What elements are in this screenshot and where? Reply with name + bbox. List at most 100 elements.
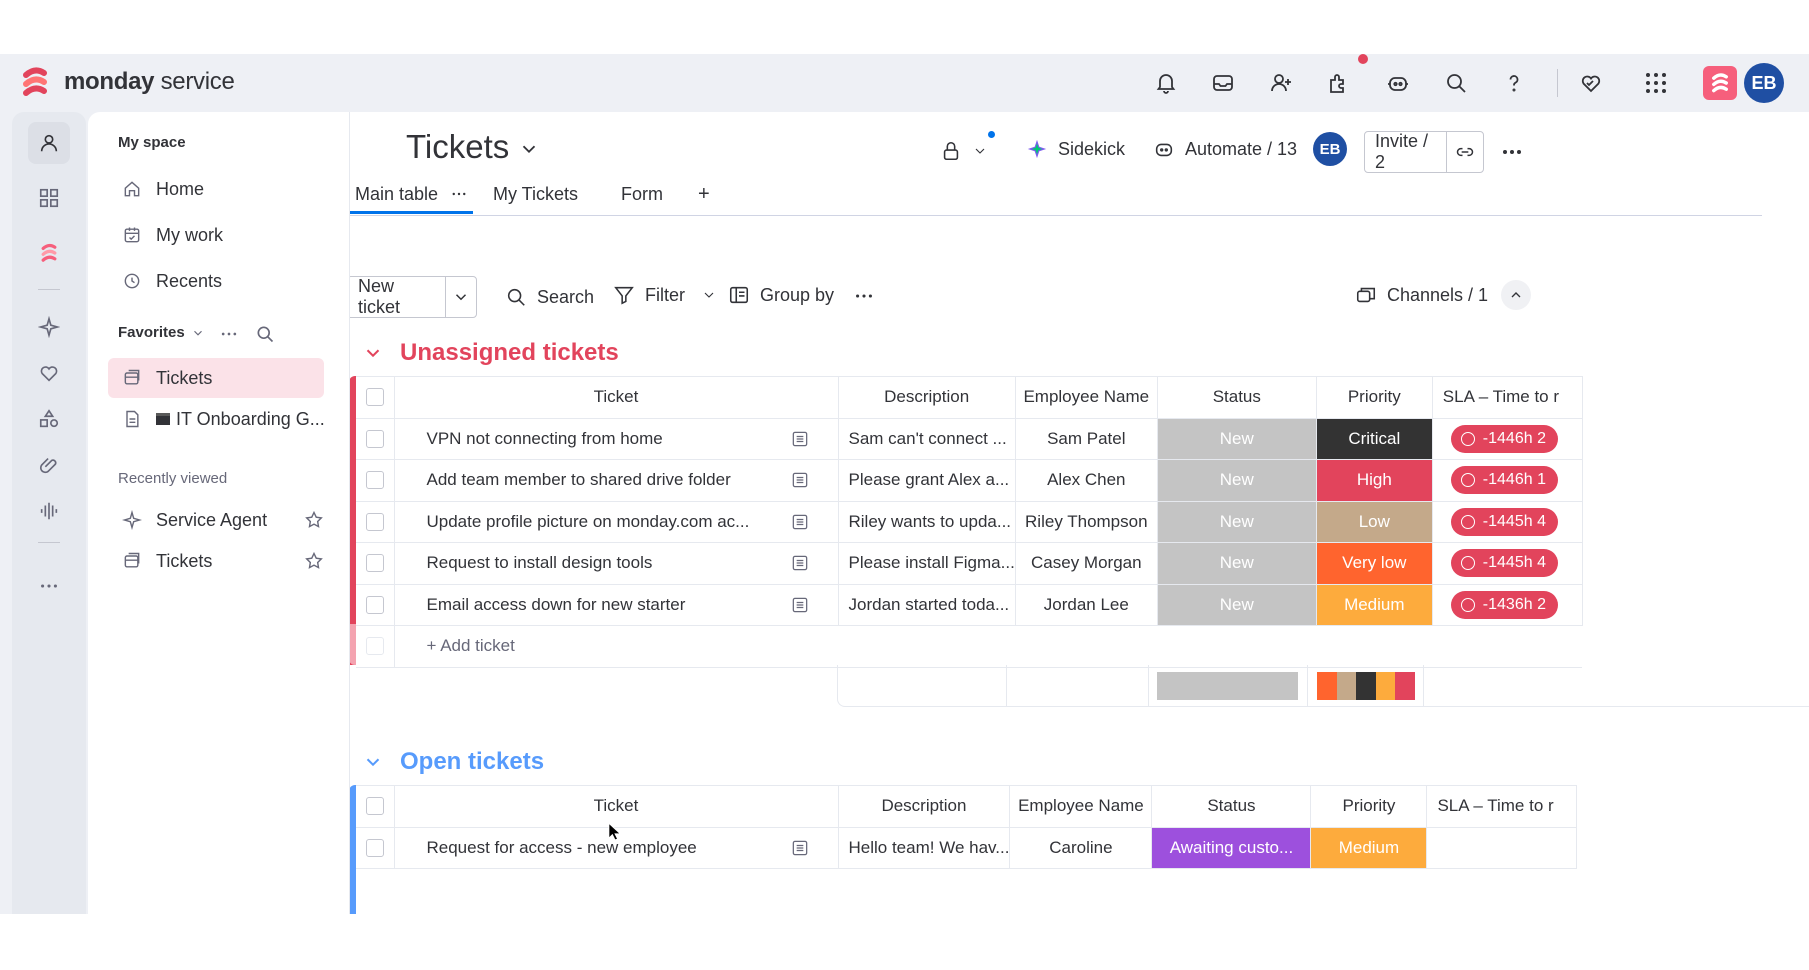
- board-owner-avatar[interactable]: EB: [1313, 132, 1347, 166]
- sla-timer-badge[interactable]: -1445h 4: [1450, 507, 1558, 536]
- sidebar-item-it-onboarding[interactable]: IT Onboarding G...: [116, 399, 338, 439]
- monday-service-logo-icon[interactable]: [22, 65, 48, 99]
- heart-icon[interactable]: [1576, 68, 1606, 98]
- product-switcher-icon[interactable]: [1703, 66, 1737, 100]
- description-cell[interactable]: Please grant Alex a...: [838, 459, 1016, 502]
- inbox-icon[interactable]: [1208, 68, 1238, 98]
- channels-button[interactable]: Channels / 1: [1355, 284, 1488, 306]
- sla-cell[interactable]: [1426, 827, 1578, 869]
- tab-more-icon[interactable]: [450, 185, 468, 203]
- conversation-icon[interactable]: [790, 512, 810, 532]
- copy-link-button[interactable]: [1446, 132, 1483, 172]
- sidebar-item-tickets[interactable]: Tickets: [108, 358, 324, 398]
- row-checkbox-cell[interactable]: [356, 584, 395, 626]
- workspaces-icon[interactable]: [35, 184, 63, 212]
- sla-timer-badge[interactable]: -1436h 2: [1450, 590, 1558, 619]
- status-summary-bar[interactable]: [1157, 672, 1298, 700]
- ticket-name[interactable]: Update profile picture on monday.com ac.…: [427, 512, 750, 532]
- column-header-sla[interactable]: SLA – Time to r: [1426, 785, 1578, 828]
- table-row[interactable]: VPN not connecting from home Sam can't co…: [356, 418, 1583, 460]
- invite-button[interactable]: Invite / 2: [1364, 131, 1484, 173]
- priority-cell[interactable]: Very low: [1316, 542, 1433, 585]
- column-header-ticket[interactable]: Ticket: [394, 785, 839, 828]
- employee-name-cell[interactable]: Caroline: [1009, 827, 1153, 869]
- chevron-down-icon[interactable]: [701, 287, 717, 303]
- select-all-checkbox[interactable]: [365, 388, 384, 407]
- ticket-name[interactable]: Add team member to shared drive folder: [427, 470, 731, 490]
- priority-cell[interactable]: Medium: [1310, 827, 1428, 869]
- row-checkbox[interactable]: [365, 512, 384, 531]
- sidebar-item-my-work[interactable]: My work: [116, 215, 338, 255]
- table-row[interactable]: Update profile picture on monday.com ac.…: [356, 501, 1583, 543]
- search-icon[interactable]: [1441, 68, 1471, 98]
- filter-button[interactable]: Filter: [613, 284, 717, 306]
- ticket-name-cell[interactable]: VPN not connecting from home: [394, 418, 839, 460]
- priority-cell[interactable]: High: [1316, 459, 1433, 502]
- column-header-ticket[interactable]: Ticket: [394, 376, 839, 419]
- priority-cell[interactable]: Low: [1316, 501, 1433, 543]
- column-header-status[interactable]: Status: [1151, 785, 1312, 828]
- employee-name-cell[interactable]: Casey Morgan: [1015, 542, 1158, 585]
- priority-cell[interactable]: Critical: [1316, 418, 1433, 460]
- bell-icon[interactable]: [1151, 68, 1181, 98]
- invite-members-icon[interactable]: [1266, 68, 1296, 98]
- row-checkbox-cell[interactable]: [356, 542, 395, 585]
- star-icon[interactable]: [304, 551, 324, 571]
- status-cell[interactable]: New: [1157, 459, 1317, 502]
- employee-name-cell[interactable]: Jordan Lee: [1015, 584, 1158, 626]
- sla-cell[interactable]: -1446h 2: [1432, 418, 1583, 460]
- favorites-search-icon[interactable]: [255, 324, 275, 344]
- more-dots-icon[interactable]: [35, 572, 63, 600]
- star-icon[interactable]: [304, 510, 324, 530]
- sidebar-item-recents[interactable]: Recents: [116, 261, 338, 301]
- conversation-icon[interactable]: [790, 470, 810, 490]
- description-cell[interactable]: Hello team! We hav...: [838, 827, 1011, 869]
- ticket-name-cell[interactable]: Request to install design tools: [394, 542, 839, 585]
- status-cell[interactable]: New: [1157, 584, 1317, 626]
- group-by-button[interactable]: Group by: [728, 284, 834, 306]
- sla-cell[interactable]: -1446h 1: [1432, 459, 1583, 502]
- chevron-down-icon[interactable]: [362, 751, 384, 773]
- tab-main-table-label[interactable]: Main table: [355, 174, 468, 214]
- ticket-name-cell[interactable]: Email access down for new starter: [394, 584, 839, 626]
- shapes-icon[interactable]: [35, 405, 63, 433]
- ticket-name[interactable]: Email access down for new starter: [427, 595, 686, 615]
- row-checkbox-cell[interactable]: [356, 459, 395, 502]
- sla-timer-badge[interactable]: -1445h 4: [1450, 549, 1558, 578]
- row-checkbox[interactable]: [365, 429, 384, 448]
- description-cell[interactable]: Sam can't connect ...: [838, 418, 1016, 460]
- status-cell[interactable]: New: [1157, 418, 1317, 460]
- ticket-name-cell[interactable]: Add team member to shared drive folder: [394, 459, 839, 502]
- employee-name-cell[interactable]: Alex Chen: [1015, 459, 1158, 502]
- sla-timer-badge[interactable]: -1446h 1: [1450, 466, 1558, 495]
- favorites-more-icon[interactable]: [219, 324, 239, 344]
- heart-check-icon[interactable]: [35, 359, 63, 387]
- priority-summary-bar[interactable]: [1317, 672, 1415, 700]
- user-avatar[interactable]: EB: [1744, 63, 1784, 103]
- add-row[interactable]: + Add ticket: [356, 625, 1583, 668]
- conversation-icon[interactable]: [790, 595, 810, 615]
- ticket-name[interactable]: VPN not connecting from home: [427, 429, 663, 449]
- description-cell[interactable]: Please install Figma...: [838, 542, 1016, 585]
- row-checkbox-cell[interactable]: [356, 827, 395, 869]
- tab-form[interactable]: Form: [621, 174, 663, 214]
- ticket-name[interactable]: Request to install design tools: [427, 553, 653, 573]
- column-header-status[interactable]: Status: [1157, 376, 1317, 419]
- description-cell[interactable]: Jordan started toda...: [838, 584, 1016, 626]
- favorites-header[interactable]: Favorites: [118, 324, 205, 341]
- priority-cell[interactable]: Medium: [1316, 584, 1433, 626]
- description-cell[interactable]: Riley wants to upda...: [838, 501, 1016, 543]
- conversation-icon[interactable]: [790, 838, 810, 858]
- sidebar-item-service-agent[interactable]: Service Agent: [116, 500, 338, 540]
- add-view-button[interactable]: +: [698, 174, 710, 214]
- row-checkbox[interactable]: [365, 471, 384, 490]
- status-cell[interactable]: New: [1157, 542, 1317, 585]
- new-ticket-button[interactable]: New ticket: [350, 276, 477, 318]
- column-header-sla[interactable]: SLA – Time to r: [1432, 376, 1583, 419]
- waveform-icon[interactable]: [35, 497, 63, 525]
- brand-name[interactable]: monday service: [64, 68, 235, 96]
- employee-name-cell[interactable]: Sam Patel: [1015, 418, 1158, 460]
- conversation-icon[interactable]: [790, 553, 810, 573]
- column-header-employee[interactable]: Employee Name: [1015, 376, 1158, 419]
- column-header-priority[interactable]: Priority: [1316, 376, 1433, 419]
